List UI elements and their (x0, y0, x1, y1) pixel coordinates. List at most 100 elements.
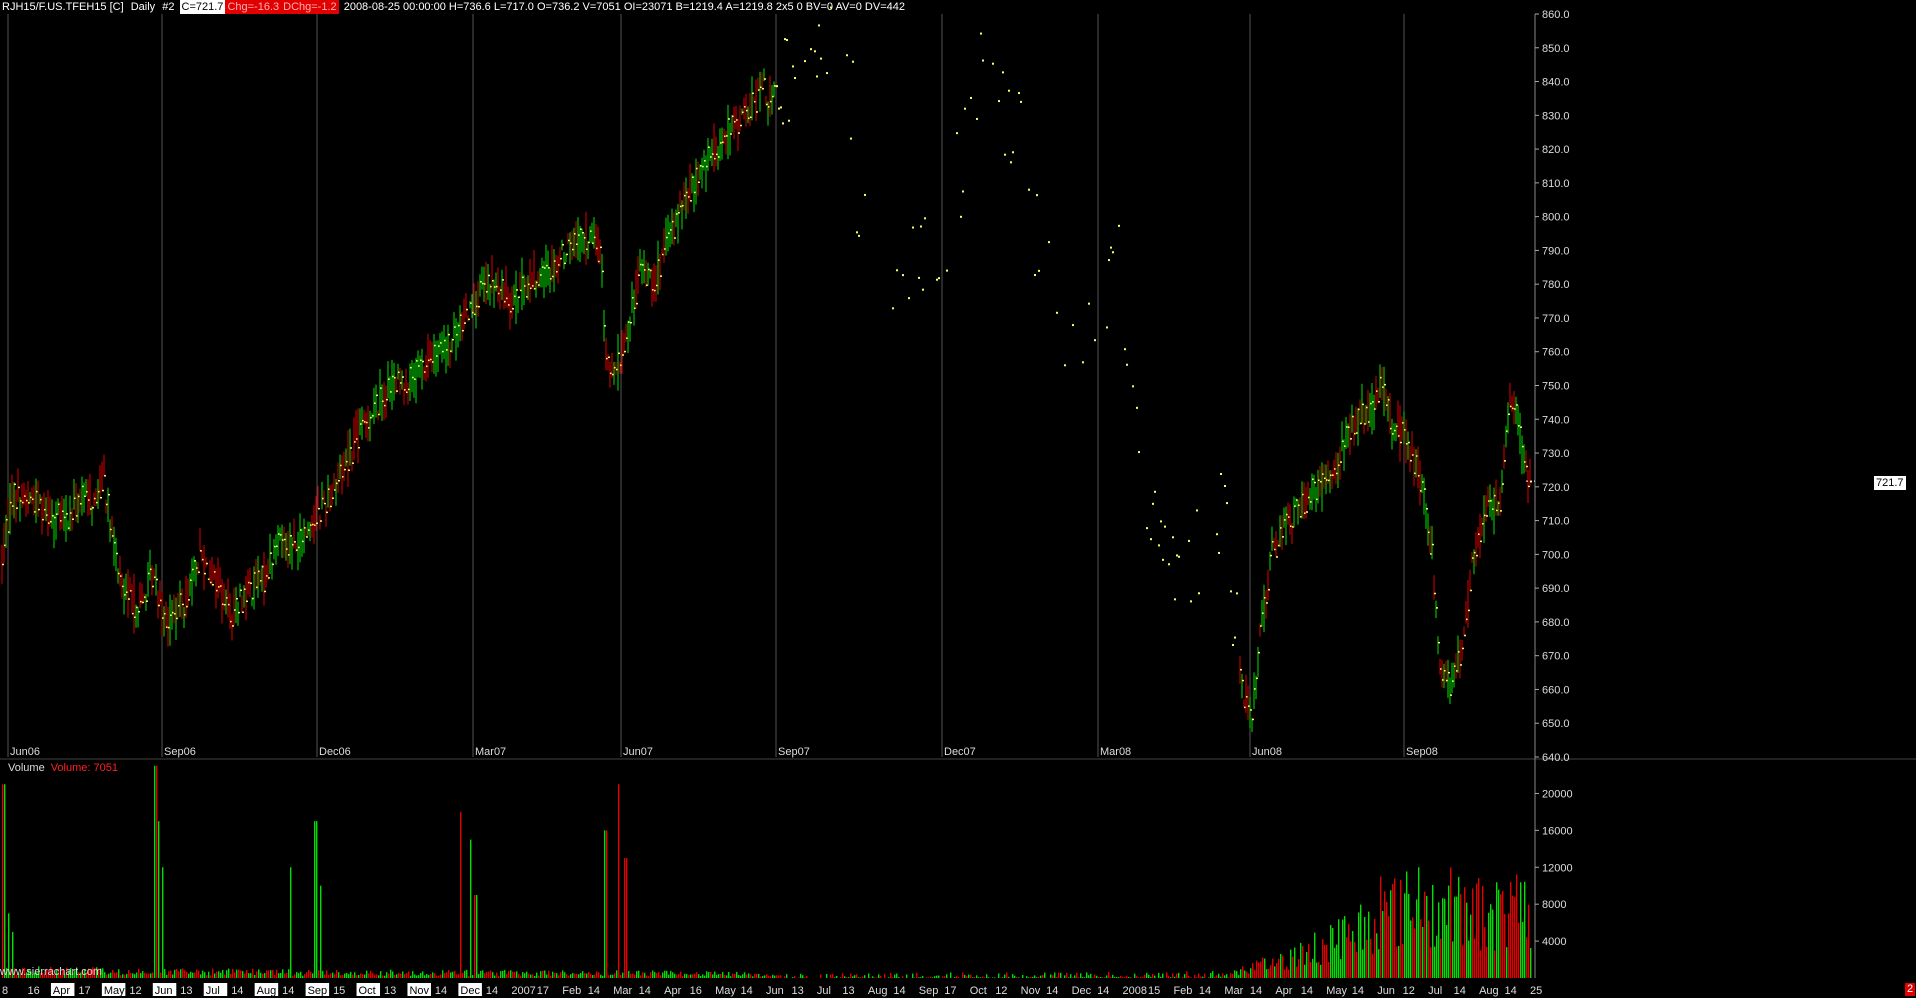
volume-bar (804, 977, 806, 978)
volume-bar (470, 839, 472, 978)
volume-bar (1418, 867, 1420, 978)
y-tick-label: 760.0 (1542, 347, 1570, 359)
volume-bar (1084, 977, 1086, 978)
price-tick-mark (1036, 194, 1038, 197)
volume-bar (298, 973, 300, 978)
volume-bar (112, 969, 114, 978)
volume-bar (1222, 973, 1224, 978)
volume-bar (442, 970, 444, 978)
volume-bar (474, 894, 476, 978)
chart-canvas[interactable]: Jun06 Sep06 Dec06 Mar07 Jun07 Sep07 Dec07 Mar08… (0, 0, 1916, 998)
volume-bar (630, 973, 632, 978)
volume-bar (1076, 972, 1078, 978)
volume-bar (946, 974, 948, 978)
price-tick-mark (780, 106, 782, 109)
volume-bar (1340, 959, 1342, 978)
volume-bar (388, 973, 390, 978)
volume-bar (794, 975, 796, 978)
price-close-tick (320, 520, 322, 522)
price-tick-mark (1162, 558, 1164, 561)
volume-bar (668, 974, 670, 978)
volume-bar (142, 971, 144, 978)
volume-bar (562, 970, 564, 978)
volume-bar (324, 974, 326, 978)
volume-bar (1126, 975, 1128, 978)
price-close-tick (1438, 641, 1440, 644)
volume-bar (1122, 976, 1124, 978)
price-close-tick (268, 577, 270, 579)
volume-bar (1058, 972, 1060, 978)
volume-bar (1232, 973, 1234, 978)
price-close-tick (72, 518, 74, 521)
volume-bar (1176, 973, 1178, 978)
price-close-tick (38, 508, 40, 511)
time-label: 14 (1352, 985, 1364, 997)
volume-bar (844, 976, 846, 978)
price-tick-mark (982, 59, 984, 62)
price-tick-mark (912, 226, 914, 229)
price-close-tick (206, 562, 208, 565)
volume-bar (1096, 975, 1098, 978)
volume-bar (468, 975, 470, 978)
price-close-tick (1436, 607, 1438, 609)
price-tick-mark (1112, 251, 1114, 254)
volume-bar (1228, 977, 1230, 978)
volume-bar (934, 976, 936, 978)
price-tick-mark (1064, 364, 1066, 367)
volume-bar (786, 974, 788, 978)
volume-bar (1302, 945, 1304, 978)
price-close-tick (242, 611, 244, 614)
volume-bar (1000, 977, 1002, 978)
volume-bar (1422, 926, 1424, 978)
volume-bar (1508, 913, 1510, 978)
volume-bar (1214, 976, 1216, 978)
price-tick-mark (1126, 363, 1128, 366)
volume-bar (632, 973, 634, 978)
volume-bar (672, 972, 674, 978)
volume-bar (1268, 968, 1270, 978)
price-close-tick (240, 589, 242, 592)
volume-bar (252, 968, 254, 978)
volume-bar (1134, 973, 1136, 978)
time-label: 14 (741, 985, 753, 997)
price-close-tick (1450, 694, 1452, 696)
volume-bar (404, 974, 406, 978)
volume-bar (430, 974, 432, 978)
volume-bar (1162, 973, 1164, 978)
volume-bar (1188, 975, 1190, 978)
price-tick-mark (1132, 385, 1134, 388)
volume-bar (1438, 902, 1440, 978)
price-close-tick (128, 598, 130, 600)
volume-bar (638, 970, 640, 978)
volume-bar (394, 975, 396, 978)
corner-tag[interactable]: 2 (1905, 983, 1916, 996)
price-close-tick (560, 257, 562, 260)
volume-bar (1384, 891, 1386, 978)
time-label: Aug (868, 985, 888, 997)
price-close-tick (728, 118, 730, 120)
volume-bar (1450, 867, 1452, 978)
price-close-tick (1306, 511, 1308, 513)
volume-bar (268, 970, 270, 978)
volume-bar (274, 974, 276, 978)
volume-bar (1262, 957, 1264, 978)
volume-bar (976, 975, 978, 978)
volume-bar (732, 973, 734, 978)
time-label: 12 (1403, 985, 1415, 997)
volume-bar (340, 975, 342, 978)
volume-bar (708, 971, 710, 978)
volume-bar (106, 974, 108, 978)
volume-bar (978, 977, 980, 978)
price-close-tick (1350, 438, 1352, 440)
price-close-tick (104, 475, 106, 477)
volume-bar (1352, 931, 1354, 978)
price-close-tick (396, 390, 398, 392)
volume-bar (1420, 919, 1422, 978)
volume-bar (1124, 976, 1126, 978)
volume-bar (1350, 941, 1352, 978)
volume-bar (454, 970, 456, 978)
price-close-tick (1500, 510, 1502, 512)
volume-bar (1308, 943, 1310, 978)
volume-bar (738, 975, 740, 978)
price-close-tick (1400, 441, 1402, 444)
